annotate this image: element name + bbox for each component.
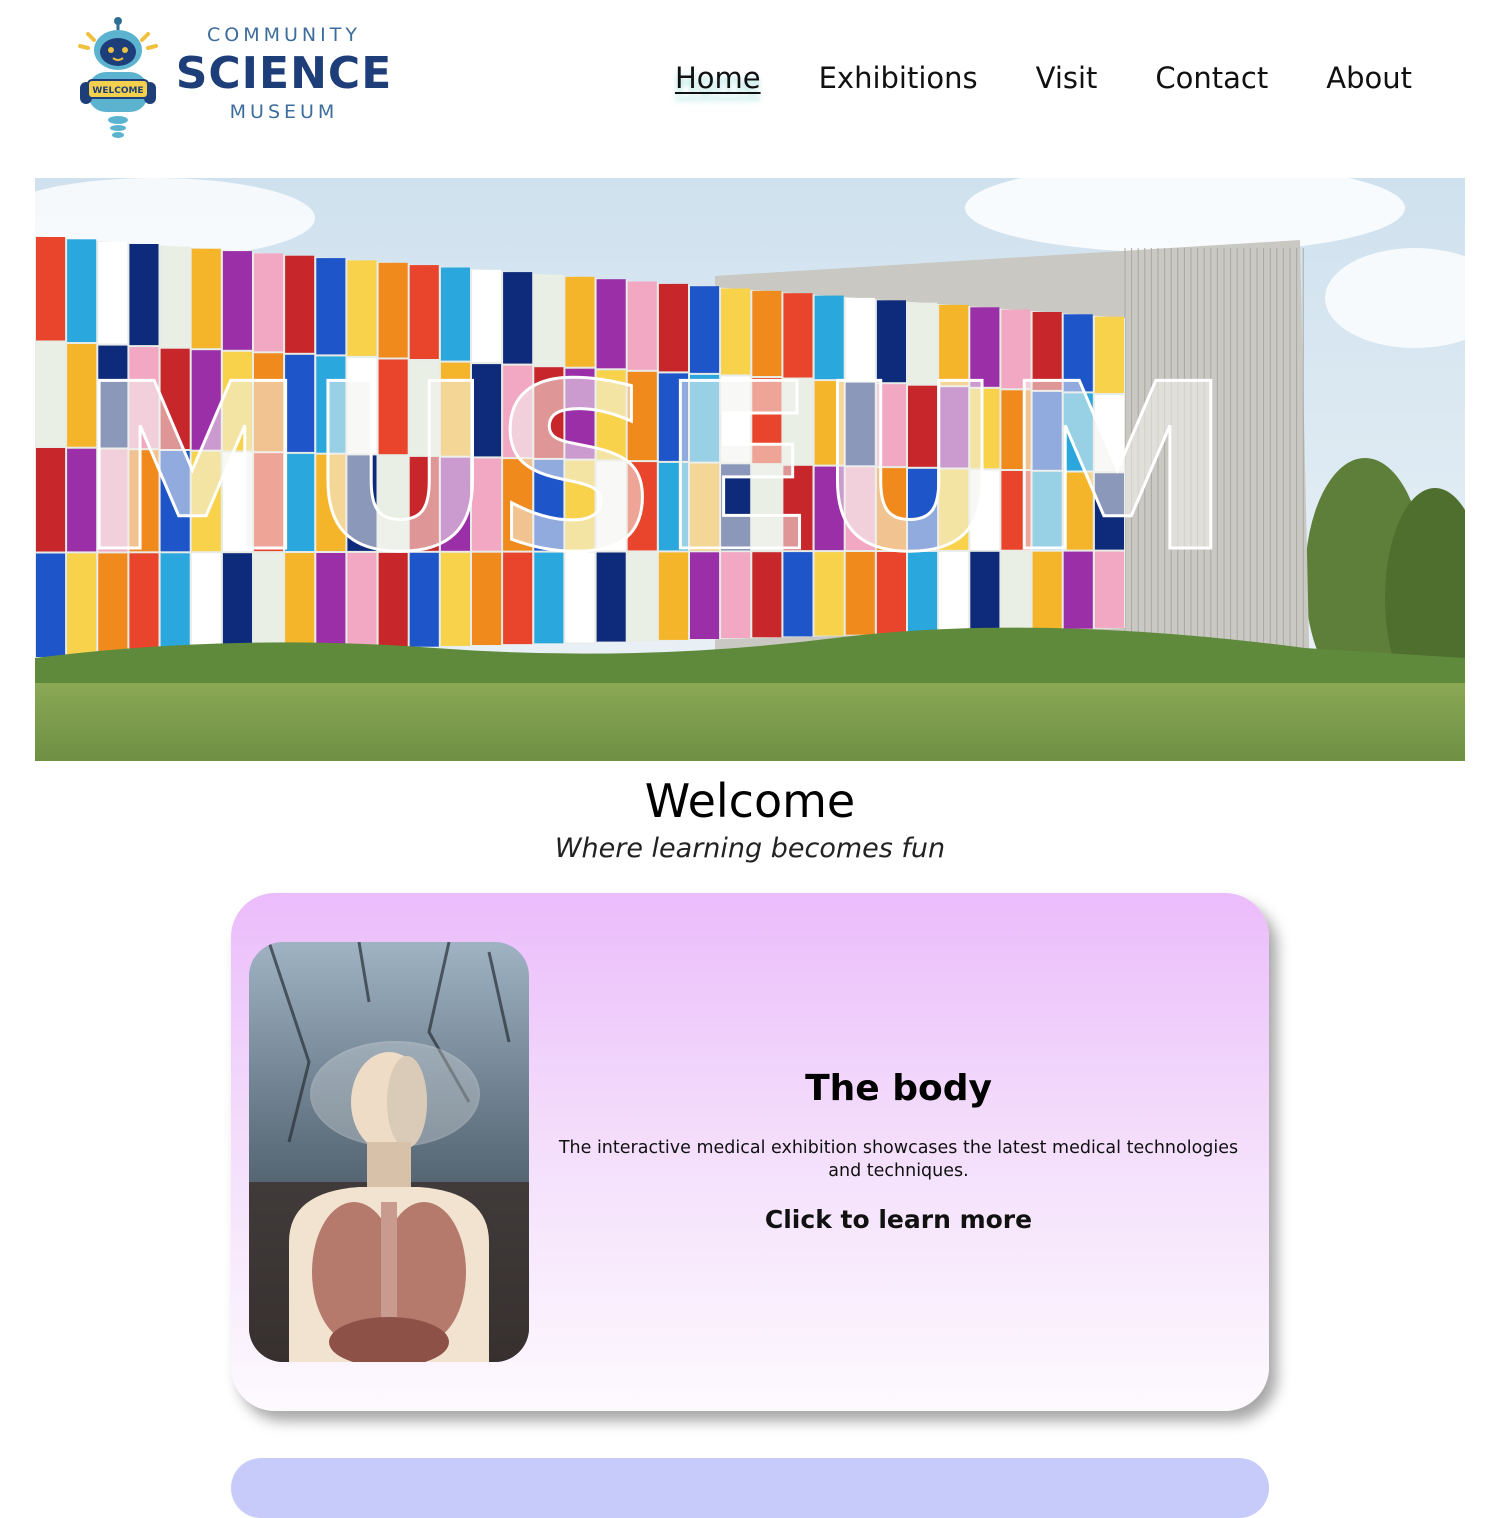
exhibition-title: The body [805, 1068, 992, 1109]
exhibition-card-text: The body The interactive medical exhibit… [536, 1063, 1261, 1237]
glass-tile [160, 246, 190, 347]
glass-tile [129, 244, 159, 346]
logo-wordmark: COMMUNITY SCIENCE MUSEUM [174, 22, 394, 124]
glass-tile [67, 239, 97, 342]
nav-exhibitions[interactable]: Exhibitions [819, 56, 978, 100]
exhibition-image [249, 942, 529, 1362]
nav-contact[interactable]: Contact [1155, 56, 1268, 100]
museum-sign-letters: MUSEUM [78, 336, 1232, 603]
site-header: WELCOME COMMUNITY SCIENCE MUSEUM Home Ex… [0, 0, 1500, 160]
glass-tile [191, 248, 221, 349]
logo-line-science: SCIENCE [175, 48, 393, 99]
nav-home[interactable]: Home [675, 56, 761, 100]
learn-more-link[interactable]: Click to learn more [536, 1203, 1261, 1237]
glass-tile [36, 237, 66, 341]
welcome-section: Welcome Where learning becomes fun [0, 770, 1500, 866]
main-nav: Home Exhibitions Visit Contact About [617, 56, 1412, 100]
robot-mascot-icon: WELCOME [78, 17, 158, 138]
welcome-subtitle: Where learning becomes fun [554, 833, 946, 864]
exhibition-description: The interactive medical exhibition showc… [558, 1138, 1239, 1181]
exhibition-card-body[interactable]: The body The interactive medical exhibit… [231, 893, 1269, 1411]
welcome-title: Welcome [644, 774, 856, 828]
glass-tile [222, 251, 252, 350]
nav-visit[interactable]: Visit [1036, 56, 1098, 100]
hero-image: MUSEUM [35, 178, 1465, 761]
glass-tile [36, 448, 66, 552]
exhibition-card-next[interactable] [231, 1458, 1269, 1518]
museum-facade-illustration: MUSEUM [35, 178, 1465, 761]
nav-about[interactable]: About [1326, 56, 1412, 100]
glass-tile [36, 553, 66, 657]
svg-text:WELCOME: WELCOME [92, 86, 143, 96]
logo-line-museum: MUSEUM [229, 101, 339, 123]
logo[interactable]: WELCOME COMMUNITY SCIENCE MUSEUM [74, 16, 394, 140]
logo-line-community: COMMUNITY [207, 24, 361, 46]
glass-tile [98, 241, 128, 344]
glass-tile [36, 342, 66, 446]
anatomy-model-illustration [249, 942, 529, 1362]
